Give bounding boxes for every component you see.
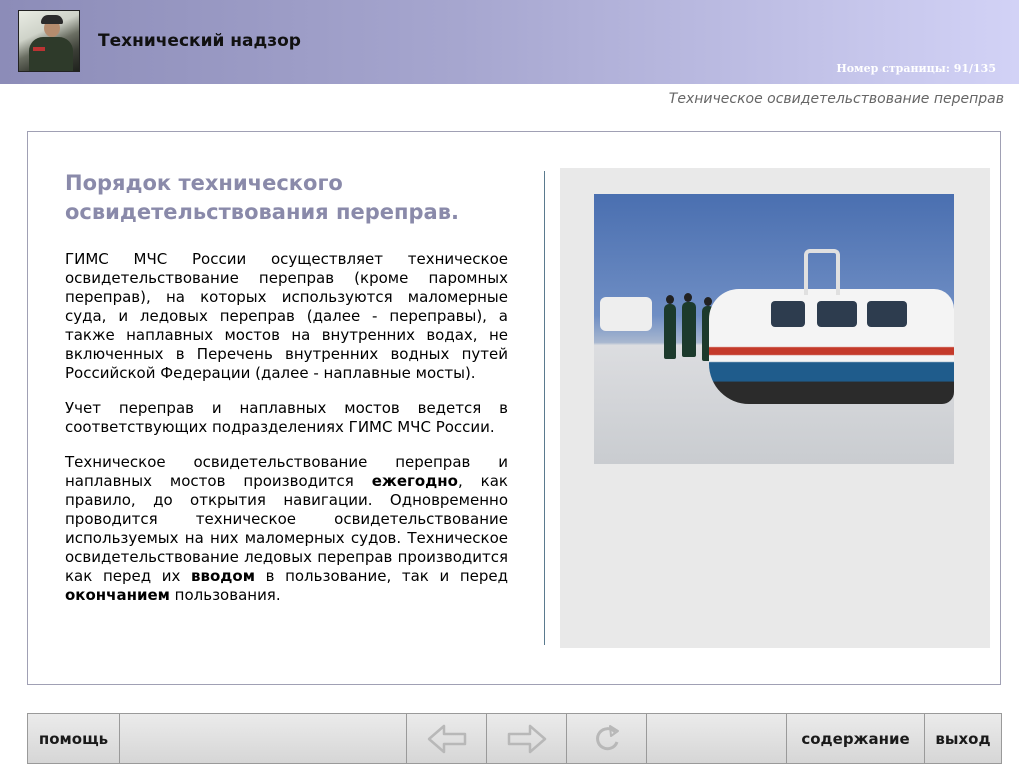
header-bar: Технический надзор Номер страницы: 91/13…	[0, 0, 1019, 84]
avatar	[18, 10, 80, 72]
forward-button[interactable]	[486, 713, 567, 764]
exit-button[interactable]: выход	[924, 713, 1002, 764]
section-title: Техническое освидетельствование переправ	[668, 91, 1004, 107]
back-button[interactable]	[406, 713, 487, 764]
arrow-right-icon	[507, 724, 546, 753]
content-frame: Порядок технического освидетельствования…	[27, 131, 1001, 685]
paragraph-1: ГИМС МЧС России осуществляет техническое…	[65, 250, 508, 382]
contents-button[interactable]: содержание	[786, 713, 925, 764]
toolbar-spacer-2	[646, 713, 787, 764]
emphasis-end: окончанием	[65, 586, 170, 604]
footer-toolbar: помощь содержание выход	[0, 713, 1019, 764]
toolbar-spacer	[119, 713, 407, 764]
refresh-button[interactable]	[566, 713, 647, 764]
page-number: Номер страницы: 91/135	[836, 62, 996, 75]
help-button[interactable]: помощь	[27, 713, 120, 764]
page-heading: Порядок технического освидетельствования…	[65, 171, 459, 224]
divider	[544, 171, 545, 645]
emphasis-input: вводом	[190, 567, 255, 585]
paragraph-3: Техническое освидетельствование переправ…	[65, 453, 508, 604]
app-title: Технический надзор	[98, 31, 301, 51]
hovercraft-photo	[594, 194, 954, 464]
paragraph-2: Учет переправ и наплавных мостов ведется…	[65, 399, 508, 436]
image-panel	[560, 168, 990, 648]
refresh-icon	[595, 724, 619, 750]
body-text: ГИМС МЧС России осуществляет техническое…	[65, 250, 508, 621]
emphasis-yearly: ежегодно	[371, 472, 458, 490]
arrow-left-icon	[427, 724, 466, 753]
